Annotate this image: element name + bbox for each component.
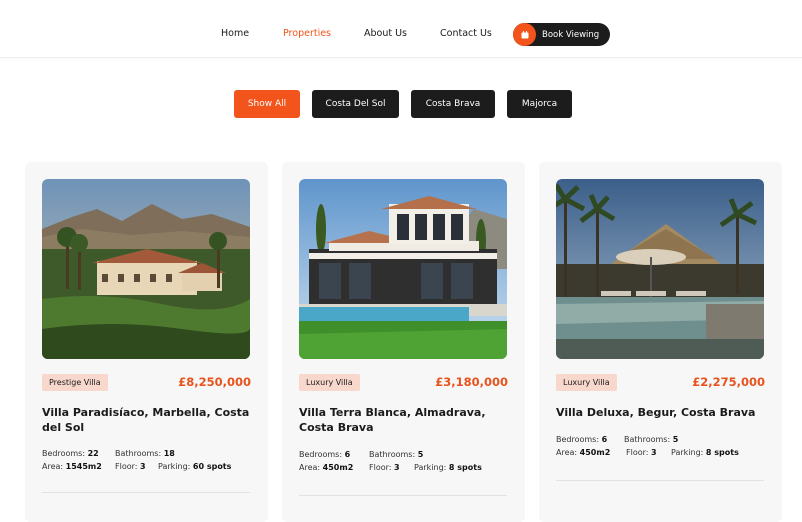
bathrooms-label: Bathrooms: [624, 435, 671, 444]
floor-label: Floor: [626, 448, 649, 457]
area-label: Area: [556, 448, 578, 457]
parking-value: 8 spots [705, 448, 739, 457]
parking-label: Parking: [671, 448, 704, 457]
property-title[interactable]: Villa Paradisíaco, Marbella, Costa del S… [42, 406, 250, 435]
floor-value: 3 [140, 462, 146, 471]
property-image[interactable] [42, 179, 250, 359]
property-price: £2,275,000 [692, 375, 765, 389]
property-image[interactable] [299, 179, 507, 359]
floor-label: Floor: [115, 462, 138, 471]
location-filters: Show All Costa Del Sol Costa Brava Major… [0, 90, 802, 118]
parking-value: 8 spots [448, 463, 482, 472]
area-value: 450m2 [322, 463, 354, 472]
property-card[interactable]: Luxury Villa £2,275,000 Villa Deluxa, Be… [539, 162, 782, 522]
bathrooms-label: Bathrooms: [369, 450, 416, 459]
property-specs: Bedrooms: 6 Bathrooms: 5 Area: 450m2 Flo… [556, 435, 766, 461]
bedrooms-label: Bedrooms: [42, 449, 86, 458]
floor-value: 3 [394, 463, 400, 472]
calendar-icon [513, 23, 536, 46]
parking-label: Parking: [158, 462, 191, 471]
nav-contact-us[interactable]: Contact Us [440, 28, 492, 39]
bedrooms-label: Bedrooms: [556, 435, 600, 444]
bedrooms-value: 6 [344, 450, 351, 459]
nav-properties[interactable]: Properties [283, 28, 331, 39]
area-value: 1545m2 [65, 462, 102, 471]
bedrooms-value: 22 [87, 449, 99, 458]
filter-majorca[interactable]: Majorca [507, 90, 572, 118]
bedrooms-label: Bedrooms: [299, 450, 343, 459]
floor-value: 3 [651, 448, 657, 457]
area-label: Area: [42, 462, 64, 471]
main-nav: Home Properties About Us Contact Us [0, 0, 802, 58]
property-type-tag: Luxury Villa [556, 374, 617, 391]
property-type-tag: Prestige Villa [42, 374, 108, 391]
property-specs: Bedrooms: 6 Bathrooms: 5 Area: 450m2 Flo… [299, 450, 509, 476]
bathrooms-value: 5 [672, 435, 679, 444]
area-value: 450m2 [579, 448, 611, 457]
property-image[interactable] [556, 179, 764, 359]
card-divider [556, 480, 764, 481]
site-header: Home Properties About Us Contact Us Book… [0, 0, 802, 58]
property-type-tag: Luxury Villa [299, 374, 360, 391]
filter-costa-del-sol[interactable]: Costa Del Sol [312, 90, 399, 118]
property-title[interactable]: Villa Terra Blanca, Almadrava, Costa Bra… [299, 406, 507, 435]
bathrooms-value: 5 [417, 450, 424, 459]
bedrooms-value: 6 [601, 435, 608, 444]
property-price: £8,250,000 [178, 375, 251, 389]
property-specs: Bedrooms: 22 Bathrooms: 18 Area: 1545m2 … [42, 449, 252, 475]
nav-about-us[interactable]: About Us [364, 28, 407, 39]
bathrooms-value: 18 [163, 449, 175, 458]
parking-label: Parking: [414, 463, 447, 472]
bathrooms-label: Bathrooms: [115, 449, 162, 458]
book-viewing-button[interactable]: Book Viewing [513, 23, 610, 46]
card-divider [42, 492, 250, 493]
filter-show-all[interactable]: Show All [234, 90, 300, 118]
property-card[interactable]: Prestige Villa £8,250,000 Villa Paradisí… [25, 162, 268, 522]
parking-value: 60 spots [192, 462, 232, 471]
floor-label: Floor: [369, 463, 392, 472]
nav-home[interactable]: Home [221, 28, 249, 39]
book-viewing-label: Book Viewing [542, 29, 600, 40]
filter-costa-brava[interactable]: Costa Brava [411, 90, 495, 118]
property-card[interactable]: Luxury Villa £3,180,000 Villa Terra Blan… [282, 162, 525, 522]
area-label: Area: [299, 463, 321, 472]
property-title[interactable]: Villa Deluxa, Begur, Costa Brava [556, 406, 764, 421]
card-divider [299, 495, 507, 496]
property-price: £3,180,000 [435, 375, 508, 389]
